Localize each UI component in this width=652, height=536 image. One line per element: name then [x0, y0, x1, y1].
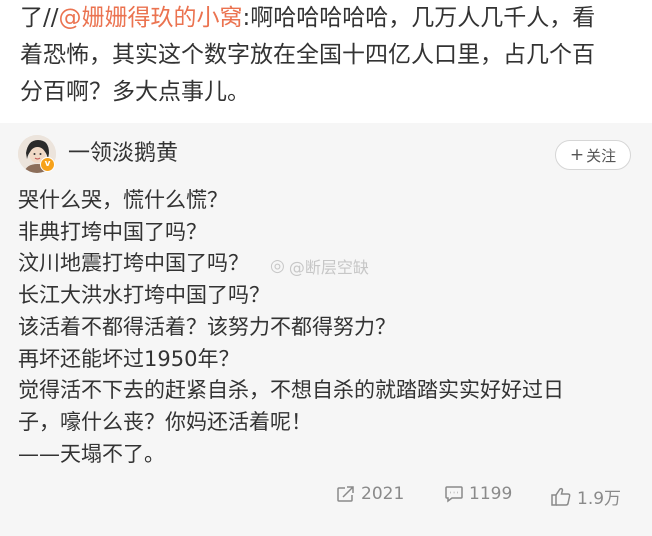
- weibo-watermark-icon: ◎: [270, 256, 285, 276]
- action-bar: 2021 1199 1.9万: [0, 484, 652, 514]
- repost-line-2: 着恐怖，其实这个数字放在全国十四亿人口里，占几个百: [20, 42, 595, 68]
- author-name[interactable]: 一领淡鹅黄: [68, 139, 178, 169]
- repost-icon: [337, 486, 354, 502]
- comment-button[interactable]: 1199: [444, 484, 512, 504]
- repost-line-3: 分百啊？多大点事儿。: [20, 79, 250, 105]
- post-line: 子，嚎什么丧？你妈还活着呢！: [18, 409, 312, 434]
- post-line: 该活着不都得活着？该努力不都得努力？: [18, 314, 396, 339]
- verified-badge-icon: v: [40, 157, 55, 172]
- follow-button-label: 关注: [586, 146, 617, 165]
- post-body: 哭什么哭，慌什么慌？ 非典打垮中国了吗？ 汶川地震打垮中国了吗？ 长江大洪水打垮…: [18, 185, 638, 470]
- repost-button[interactable]: 2021: [336, 484, 404, 504]
- post-line: ——天塌不了。: [18, 441, 165, 466]
- post-line: 再坏还能坏过1950年？: [18, 346, 240, 371]
- user-mention-link[interactable]: @姗姗得玖的小窝: [59, 5, 243, 31]
- repost-text: 了//@姗姗得玖的小窝:啊哈哈哈哈哈，几万人几千人，看 着恐怖，其实这个数字放在…: [20, 0, 640, 111]
- repost-line-1-rest: :啊哈哈哈哈哈，几万人几千人，看: [242, 5, 596, 31]
- original-post-card[interactable]: v 一领淡鹅黄 + 关注 哭什么哭，慌什么慌？ 非典打垮中国了吗？ 汶川地震打垮…: [0, 123, 652, 536]
- watermark-text: @断层空缺: [288, 258, 369, 277]
- comment-count: 1199: [469, 484, 513, 504]
- repost-count: 2021: [361, 484, 405, 504]
- watermark: ◎ @断层空缺: [270, 254, 369, 278]
- like-button[interactable]: 1.9万: [550, 484, 621, 509]
- post-line: 哭什么哭，慌什么慌？: [18, 188, 228, 212]
- repost-line-1: 了//@姗姗得玖的小窝:啊哈哈哈哈哈，几万人几千人，看: [20, 0, 640, 37]
- repost-prefix: 了//: [20, 5, 59, 31]
- like-count: 1.9万: [577, 489, 622, 509]
- post-line: 非典打垮中国了吗？: [18, 219, 207, 244]
- like-icon: [551, 487, 571, 506]
- plus-icon: +: [569, 145, 585, 165]
- comment-icon: [445, 486, 463, 503]
- follow-button[interactable]: + 关注: [555, 140, 631, 170]
- post-line: 觉得活不下去的赶紧自杀，不想自杀的就踏踏实实好好过日: [18, 378, 564, 403]
- post-line: 长江大洪水打垮中国了吗？: [18, 283, 270, 308]
